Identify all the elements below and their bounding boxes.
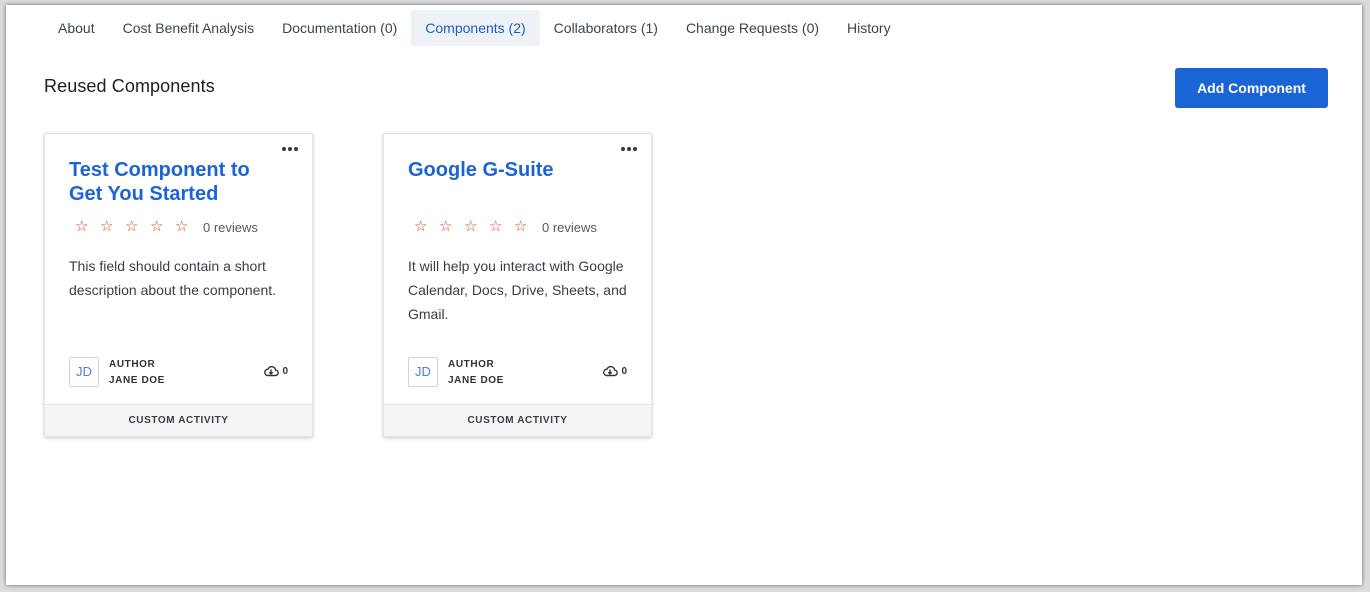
star-rating[interactable]: ☆ ☆ ☆ ☆ ☆ 0 reviews — [75, 218, 258, 236]
downloads-count: 0 — [263, 365, 288, 377]
avatar: JD — [408, 357, 438, 387]
downloads-value: 0 — [621, 365, 627, 377]
card-title[interactable]: Test Component to Get You Started — [69, 158, 279, 206]
tab-components[interactable]: Components (2) — [411, 10, 540, 46]
star-rating[interactable]: ☆ ☆ ☆ ☆ ☆ 0 reviews — [414, 218, 597, 236]
card-description: This field should contain a short descri… — [69, 258, 277, 298]
author-name: JANE DOE — [109, 375, 165, 386]
tab-cost-benefit-analysis[interactable]: Cost Benefit Analysis — [109, 10, 269, 46]
tab-history[interactable]: History — [833, 10, 905, 46]
star-outline-icon[interactable]: ☆ — [514, 218, 539, 236]
star-outline-icon[interactable]: ☆ — [125, 218, 150, 236]
tab-collaborators[interactable]: Collaborators (1) — [540, 10, 672, 46]
cloud-download-icon — [264, 365, 280, 377]
star-outline-icon[interactable]: ☆ — [100, 218, 125, 236]
author-name: JANE DOE — [448, 375, 504, 386]
card-footer-type: CUSTOM ACTIVITY — [45, 404, 312, 436]
more-horizontal-icon[interactable] — [619, 142, 639, 156]
author-label: AUTHOR — [109, 359, 156, 370]
cloud-download-icon — [603, 365, 619, 377]
star-outline-icon[interactable]: ☆ — [175, 218, 200, 236]
tab-about[interactable]: About — [44, 10, 109, 46]
star-outline-icon[interactable]: ☆ — [150, 218, 175, 236]
more-horizontal-icon[interactable] — [280, 142, 300, 156]
downloads-value: 0 — [282, 365, 288, 377]
avatar: JD — [69, 357, 99, 387]
author-label: AUTHOR — [448, 359, 495, 370]
tab-change-requests[interactable]: Change Requests (0) — [672, 10, 833, 46]
reviews-count: 0 reviews — [203, 219, 258, 235]
section-title: Reused Components — [44, 76, 215, 96]
app-frame: About Cost Benefit Analysis Documentatio… — [6, 5, 1362, 585]
card-footer-type: CUSTOM ACTIVITY — [384, 404, 651, 436]
component-card: Google G-Suite ☆ ☆ ☆ ☆ ☆ 0 reviews It wi… — [383, 133, 652, 437]
component-card: Test Component to Get You Started ☆ ☆ ☆ … — [44, 133, 313, 437]
add-component-button[interactable]: Add Component — [1175, 68, 1328, 108]
star-outline-icon[interactable]: ☆ — [414, 218, 439, 236]
star-outline-icon[interactable]: ☆ — [75, 218, 100, 236]
reviews-count: 0 reviews — [542, 219, 597, 235]
tab-bar: About Cost Benefit Analysis Documentatio… — [44, 10, 905, 46]
card-description: It will help you interact with Google Ca… — [408, 258, 627, 322]
tab-documentation[interactable]: Documentation (0) — [268, 10, 411, 46]
star-outline-icon[interactable]: ☆ — [489, 218, 514, 236]
star-outline-icon[interactable]: ☆ — [439, 218, 464, 236]
downloads-count: 0 — [602, 365, 627, 377]
star-outline-icon[interactable]: ☆ — [464, 218, 489, 236]
card-title[interactable]: Google G-Suite — [408, 158, 618, 182]
